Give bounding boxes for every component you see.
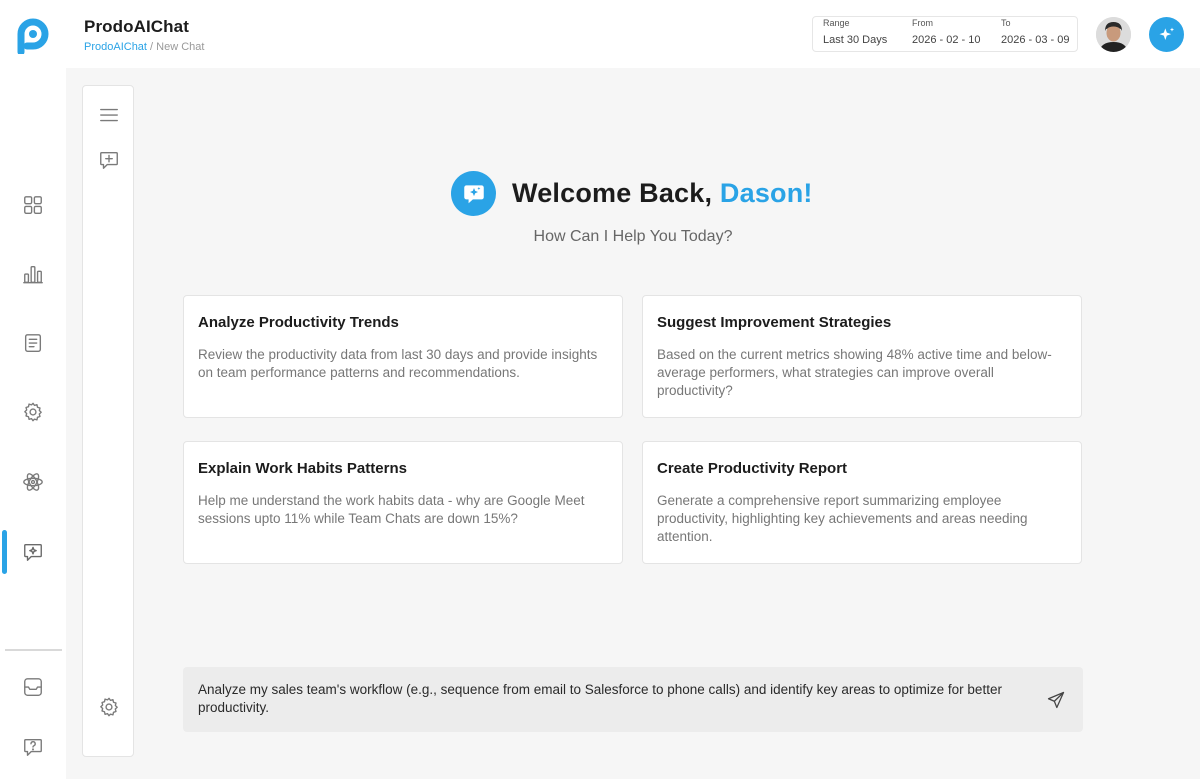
- ai-chat-icon: [24, 543, 42, 561]
- chat-input-text[interactable]: Analyze my sales team's workflow (e.g., …: [198, 681, 1023, 717]
- left-rail: [0, 0, 66, 779]
- user-name: Dason!: [719, 178, 813, 208]
- page-title: ProdoAIChat: [84, 17, 189, 36]
- welcome-title: Welcome Back, Dason!: [512, 178, 813, 209]
- welcome-heading: Welcome Back, Dason!: [451, 171, 813, 216]
- greeting-text: Welcome Back,: [512, 178, 720, 208]
- rail-item-reports[interactable]: [13, 323, 53, 363]
- chat-sidebar: [82, 85, 134, 757]
- welcome-badge: [451, 171, 496, 216]
- card-title: Suggest Improvement Strategies: [657, 314, 892, 331]
- document-icon: [24, 334, 42, 352]
- from-value: 2026 - 02 - 10: [912, 34, 981, 46]
- from-label: From: [912, 18, 933, 28]
- ai-chat-bubble-icon: [463, 184, 484, 203]
- top-header: ProdoAIChat ProdoAIChat / New Chat Range…: [66, 0, 1200, 68]
- breadcrumb-separator: /: [146, 41, 157, 53]
- card-description: Help me understand the work habits data …: [198, 493, 585, 526]
- help-icon: [24, 738, 42, 756]
- bar-chart-icon: [23, 265, 43, 284]
- avatar[interactable]: [1096, 17, 1131, 52]
- suggestion-card-improvement-strategies[interactable]: Suggest Improvement Strategies Based on …: [642, 295, 1082, 418]
- date-range-filter[interactable]: Range Last 30 Days From 2026 - 02 - 10 T…: [812, 16, 1078, 52]
- rail-item-help[interactable]: [13, 727, 53, 767]
- range-value: Last 30 Days: [823, 34, 888, 46]
- breadcrumb-root[interactable]: ProdoAIChat: [84, 41, 147, 53]
- rail-item-analytics[interactable]: [13, 254, 53, 294]
- to-label: To: [1001, 18, 1011, 28]
- gear-icon: [24, 402, 42, 422]
- rail-item-dashboard[interactable]: [13, 185, 53, 225]
- card-description: Review the productivity data from last 3…: [198, 347, 598, 380]
- card-description: Generate a comprehensive report summariz…: [657, 493, 1028, 544]
- new-chat-button[interactable]: [95, 146, 123, 174]
- user-avatar-icon: [1096, 17, 1131, 52]
- suggestion-card-productivity-report[interactable]: Create Productivity Report Generate a co…: [642, 441, 1082, 564]
- prodo-logo-icon[interactable]: [17, 18, 49, 54]
- sparkle-icon: [1159, 27, 1174, 40]
- ai-assistant-button[interactable]: [1149, 17, 1184, 52]
- send-icon: [1047, 691, 1065, 709]
- atom-icon: [23, 473, 43, 491]
- rail-item-integrations[interactable]: [13, 462, 53, 502]
- range-label: Range: [823, 18, 850, 28]
- hamburger-menu-icon: [100, 108, 118, 122]
- grid-icon: [24, 196, 42, 214]
- menu-toggle-button[interactable]: [95, 101, 123, 129]
- suggestion-card-analyze-trends[interactable]: Analyze Productivity Trends Review the p…: [183, 295, 623, 418]
- card-title: Create Productivity Report: [657, 460, 848, 477]
- gear-icon: [100, 697, 118, 717]
- breadcrumb-current: New Chat: [156, 41, 205, 53]
- rail-item-feedback[interactable]: [13, 667, 53, 707]
- card-title: Explain Work Habits Patterns: [198, 460, 407, 477]
- breadcrumb: ProdoAIChat / New Chat: [84, 41, 204, 53]
- to-value: 2026 - 03 - 09: [1001, 34, 1070, 46]
- chat-settings-button[interactable]: [95, 693, 123, 721]
- welcome-subtitle: How Can I Help You Today?: [533, 228, 733, 245]
- send-button[interactable]: [1043, 687, 1069, 713]
- rail-item-settings[interactable]: [13, 392, 53, 432]
- active-indicator: [2, 530, 7, 574]
- suggestion-card-work-habits[interactable]: Explain Work Habits Patterns Help me und…: [183, 441, 623, 564]
- chat-input[interactable]: Analyze my sales team's workflow (e.g., …: [183, 667, 1083, 732]
- rail-divider: [5, 649, 62, 651]
- new-chat-icon: [100, 151, 118, 169]
- inbox-smile-icon: [24, 678, 42, 696]
- card-title: Analyze Productivity Trends: [198, 314, 399, 331]
- card-description: Based on the current metrics showing 48%…: [657, 347, 1052, 398]
- rail-item-ai-chat[interactable]: [13, 532, 53, 572]
